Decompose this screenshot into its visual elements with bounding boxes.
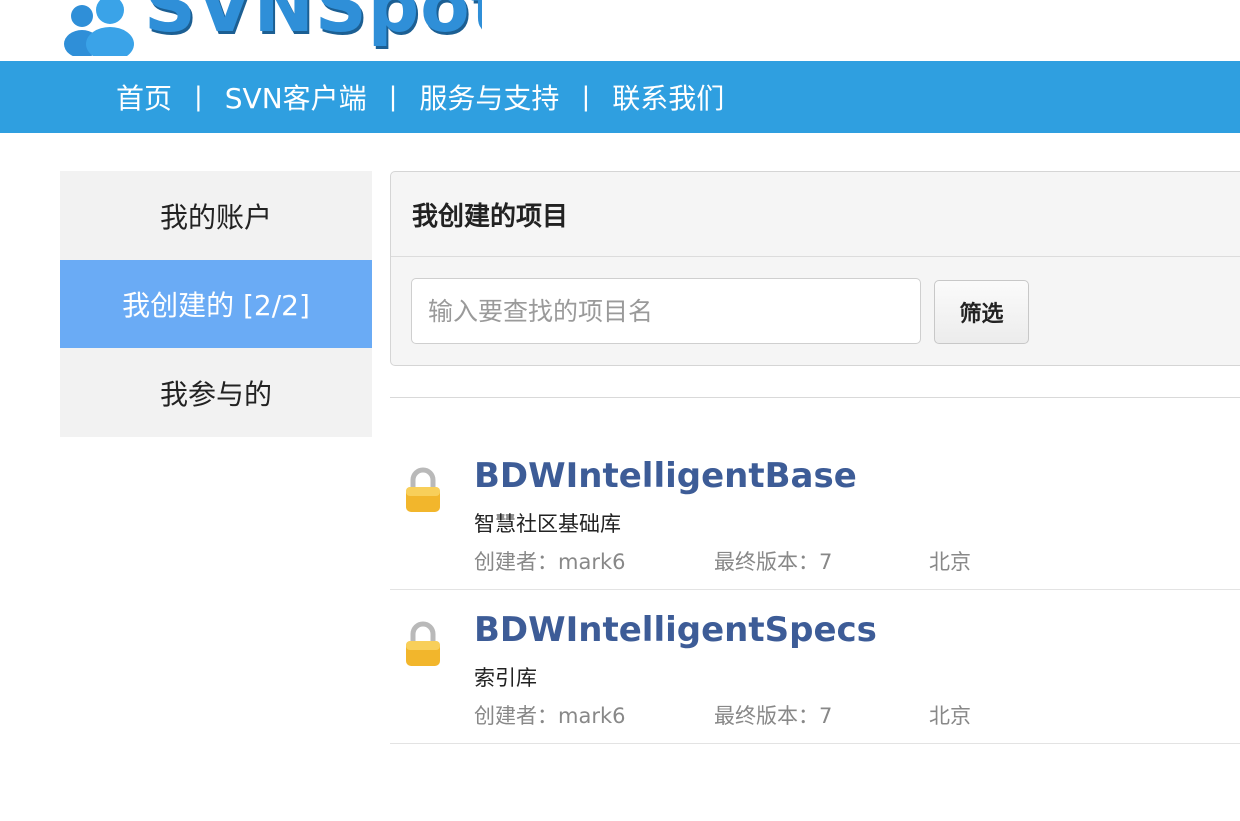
- project-item: BDWIntelligentBase 智慧社区基础库 创建者：mark6 最终版…: [390, 436, 1240, 590]
- project-item: BDWIntelligentSpecs 索引库 创建者：mark6 最终版本：7…: [390, 590, 1240, 744]
- nav-separator: |: [581, 82, 591, 112]
- filter-button[interactable]: 筛选: [934, 280, 1029, 344]
- divider: [390, 397, 1240, 398]
- sidebar-item-label: 我创建的 [2/2]: [122, 289, 310, 322]
- project-name-link[interactable]: BDWIntelligentBase: [474, 456, 857, 496]
- project-search-input[interactable]: [411, 278, 921, 344]
- users-logo-icon: [64, 0, 134, 56]
- nav-separator: |: [194, 82, 203, 112]
- lock-icon: [406, 621, 440, 666]
- nav-separator: |: [388, 82, 398, 112]
- logo-text: SVNSpot: [144, 0, 482, 48]
- project-location: 北京: [929, 704, 971, 728]
- nav-list: 首页 | SVN客户端 | 服务与支持 | 联系我们: [116, 61, 724, 133]
- lock-icon: [406, 467, 440, 512]
- project-version: 最终版本：7: [714, 704, 833, 728]
- nav-home[interactable]: 首页: [116, 77, 172, 117]
- sidebar: 我的账户 我创建的 [2/2] 我参与的: [60, 171, 372, 437]
- sidebar-item-my-account[interactable]: 我的账户: [60, 171, 372, 260]
- nav-contact-us[interactable]: 联系我们: [612, 77, 724, 117]
- project-description: 索引库: [474, 666, 537, 690]
- project-name-link[interactable]: BDWIntelligentSpecs: [474, 610, 877, 650]
- sidebar-item-label: 我的账户: [159, 200, 272, 234]
- project-version: 最终版本：7: [714, 550, 833, 574]
- nav-svn-client[interactable]: SVN客户端: [225, 77, 367, 117]
- project-location: 北京: [929, 550, 971, 574]
- sidebar-item-my-created[interactable]: 我创建的 [2/2]: [60, 260, 372, 348]
- top-navbar: 首页 | SVN客户端 | 服务与支持 | 联系我们: [0, 61, 1240, 133]
- projects-panel: 我创建的项目 筛选: [390, 171, 1240, 366]
- nav-service-support[interactable]: 服务与支持: [419, 77, 559, 117]
- project-creator: 创建者：mark6: [474, 550, 626, 574]
- project-creator: 创建者：mark6: [474, 704, 626, 728]
- sidebar-item-my-participated[interactable]: 我参与的: [60, 348, 372, 437]
- panel-title: 我创建的项目: [391, 172, 1240, 257]
- site-logo[interactable]: SVNSpot: [62, 0, 482, 56]
- sidebar-item-label: 我参与的: [159, 377, 272, 411]
- project-description: 智慧社区基础库: [474, 512, 621, 536]
